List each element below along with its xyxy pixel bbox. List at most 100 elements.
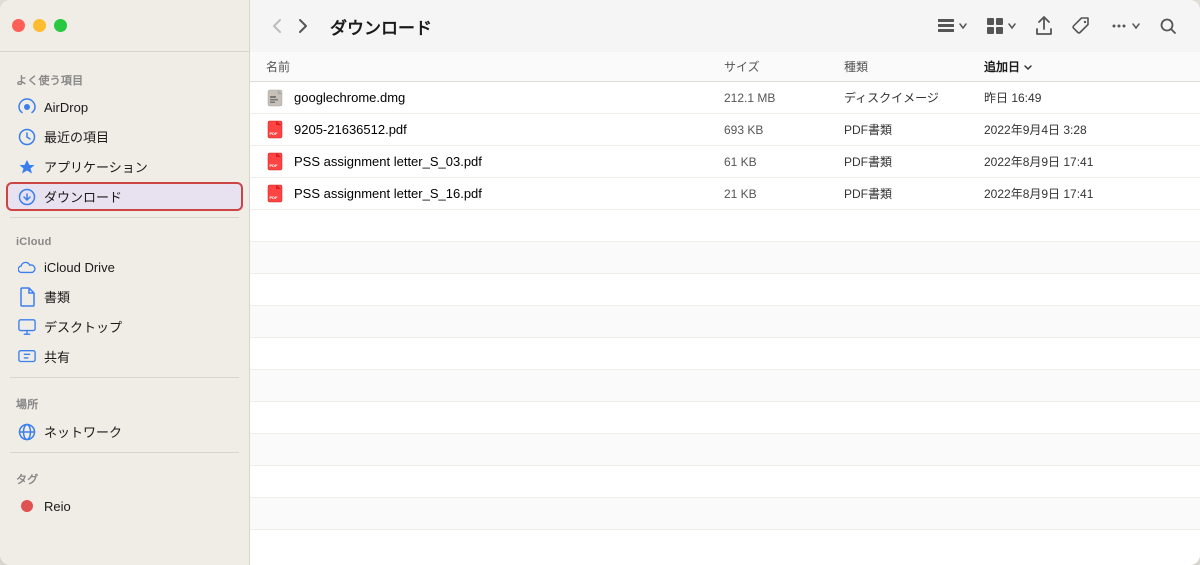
file-name: googlechrome.dmg	[294, 90, 405, 105]
header-size[interactable]: サイズ	[724, 58, 844, 75]
section-label-icloud: iCloud	[0, 224, 249, 252]
sidebar-divider-1	[10, 217, 239, 218]
grid-view-button[interactable]	[979, 12, 1024, 40]
file-type: ディスクイメージ	[844, 89, 984, 106]
file-row[interactable]: PDF 9205-21636512.pdf 693 KB PDF書類 2022年…	[250, 114, 1200, 146]
pdf-icon: PDF	[266, 152, 286, 172]
sidebar: よく使う項目 AirDrop 最近の項目	[0, 52, 250, 565]
pdf-icon: PDF	[266, 120, 286, 140]
file-name-cell: PDF PSS assignment letter_S_16.pdf	[266, 184, 724, 204]
documents-icon	[18, 288, 36, 306]
sidebar-item-icloud-drive-label: iCloud Drive	[44, 260, 115, 275]
minimize-button[interactable]	[33, 19, 46, 32]
sidebar-item-tag-red[interactable]: Reio	[6, 492, 243, 520]
forward-button[interactable]	[292, 14, 314, 38]
nav-buttons	[266, 14, 314, 38]
desktop-icon	[18, 318, 36, 336]
svg-text:PDF: PDF	[270, 195, 279, 200]
file-size: 212.1 MB	[724, 91, 844, 105]
sidebar-item-downloads-label: ダウンロード	[44, 187, 122, 206]
section-label-favorites: よく使う項目	[0, 60, 249, 92]
file-name: 9205-21636512.pdf	[294, 122, 407, 137]
file-date: 昨日 16:49	[984, 89, 1184, 106]
more-button[interactable]	[1102, 11, 1148, 41]
list-view-button[interactable]	[930, 13, 975, 39]
empty-row	[250, 242, 1200, 274]
traffic-lights	[12, 19, 67, 32]
file-date: 2022年8月9日 17:41	[984, 153, 1184, 170]
empty-row	[250, 338, 1200, 370]
section-label-tags: タグ	[0, 459, 249, 491]
airdrop-icon	[18, 98, 36, 116]
share-button[interactable]	[1028, 11, 1060, 41]
shared-icon	[18, 348, 36, 366]
pdf-icon: PDF	[266, 184, 286, 204]
file-list-header: 名前 サイズ 種類 追加日	[250, 52, 1200, 82]
file-type: PDF書類	[844, 185, 984, 202]
dmg-icon	[266, 88, 286, 108]
empty-row	[250, 306, 1200, 338]
maximize-button[interactable]	[54, 19, 67, 32]
sidebar-item-desktop[interactable]: デスクトップ	[6, 312, 243, 341]
sidebar-item-applications-label: アプリケーション	[44, 157, 148, 176]
file-list: googlechrome.dmg 212.1 MB ディスクイメージ 昨日 16…	[250, 82, 1200, 565]
sidebar-item-documents-label: 書類	[44, 287, 70, 306]
sidebar-item-icloud-drive[interactable]: iCloud Drive	[6, 253, 243, 281]
header-name[interactable]: 名前	[266, 58, 724, 75]
sidebar-item-network[interactable]: ネットワーク	[6, 417, 243, 446]
header-date[interactable]: 追加日	[984, 58, 1184, 75]
file-name: PSS assignment letter_S_16.pdf	[294, 186, 482, 201]
file-date: 2022年8月9日 17:41	[984, 185, 1184, 202]
sidebar-item-network-label: ネットワーク	[44, 422, 122, 441]
finder-window: ダウンロード	[0, 0, 1200, 565]
close-button[interactable]	[12, 19, 25, 32]
sidebar-item-desktop-label: デスクトップ	[44, 317, 122, 336]
window-title: ダウンロード	[330, 14, 922, 39]
recents-icon	[18, 128, 36, 146]
sidebar-item-airdrop-label: AirDrop	[44, 100, 88, 115]
empty-row	[250, 434, 1200, 466]
sidebar-item-shared-label: 共有	[44, 347, 70, 366]
downloads-icon	[18, 188, 36, 206]
empty-row	[250, 210, 1200, 242]
header-type[interactable]: 種類	[844, 58, 984, 75]
sidebar-item-applications[interactable]: アプリケーション	[6, 152, 243, 181]
back-button[interactable]	[266, 14, 288, 38]
empty-row	[250, 274, 1200, 306]
sidebar-divider-3	[10, 452, 239, 453]
file-row[interactable]: PDF PSS assignment letter_S_16.pdf 21 KB…	[250, 178, 1200, 210]
empty-row	[250, 498, 1200, 530]
sidebar-item-shared[interactable]: 共有	[6, 342, 243, 371]
svg-text:PDF: PDF	[270, 163, 279, 168]
sidebar-item-recents-label: 最近の項目	[44, 127, 109, 146]
file-name-cell: PDF PSS assignment letter_S_03.pdf	[266, 152, 724, 172]
file-size: 693 KB	[724, 123, 844, 137]
file-type: PDF書類	[844, 153, 984, 170]
svg-text:PDF: PDF	[270, 131, 279, 136]
file-size: 61 KB	[724, 155, 844, 169]
toolbar-actions	[930, 11, 1184, 41]
section-label-places: 場所	[0, 384, 249, 416]
empty-row	[250, 370, 1200, 402]
empty-row	[250, 402, 1200, 434]
search-button[interactable]	[1152, 12, 1184, 40]
network-icon	[18, 423, 36, 441]
file-row[interactable]: googlechrome.dmg 212.1 MB ディスクイメージ 昨日 16…	[250, 82, 1200, 114]
toolbar: ダウンロード	[250, 0, 1200, 52]
sidebar-item-documents[interactable]: 書類	[6, 282, 243, 311]
file-name-cell: PDF 9205-21636512.pdf	[266, 120, 724, 140]
file-area: 名前 サイズ 種類 追加日	[250, 52, 1200, 565]
sidebar-item-downloads[interactable]: ダウンロード	[6, 182, 243, 211]
icloud-drive-icon	[18, 258, 36, 276]
file-size: 21 KB	[724, 187, 844, 201]
tag-button[interactable]	[1064, 11, 1098, 41]
file-row[interactable]: PDF PSS assignment letter_S_03.pdf 61 KB…	[250, 146, 1200, 178]
sidebar-item-tag-red-label: Reio	[44, 499, 71, 514]
tag-red-icon	[18, 497, 36, 515]
main-content: よく使う項目 AirDrop 最近の項目	[0, 52, 1200, 565]
sidebar-divider-2	[10, 377, 239, 378]
sidebar-item-recents[interactable]: 最近の項目	[6, 122, 243, 151]
sidebar-item-airdrop[interactable]: AirDrop	[6, 93, 243, 121]
file-name: PSS assignment letter_S_03.pdf	[294, 154, 482, 169]
file-date: 2022年9月4日 3:28	[984, 121, 1184, 138]
